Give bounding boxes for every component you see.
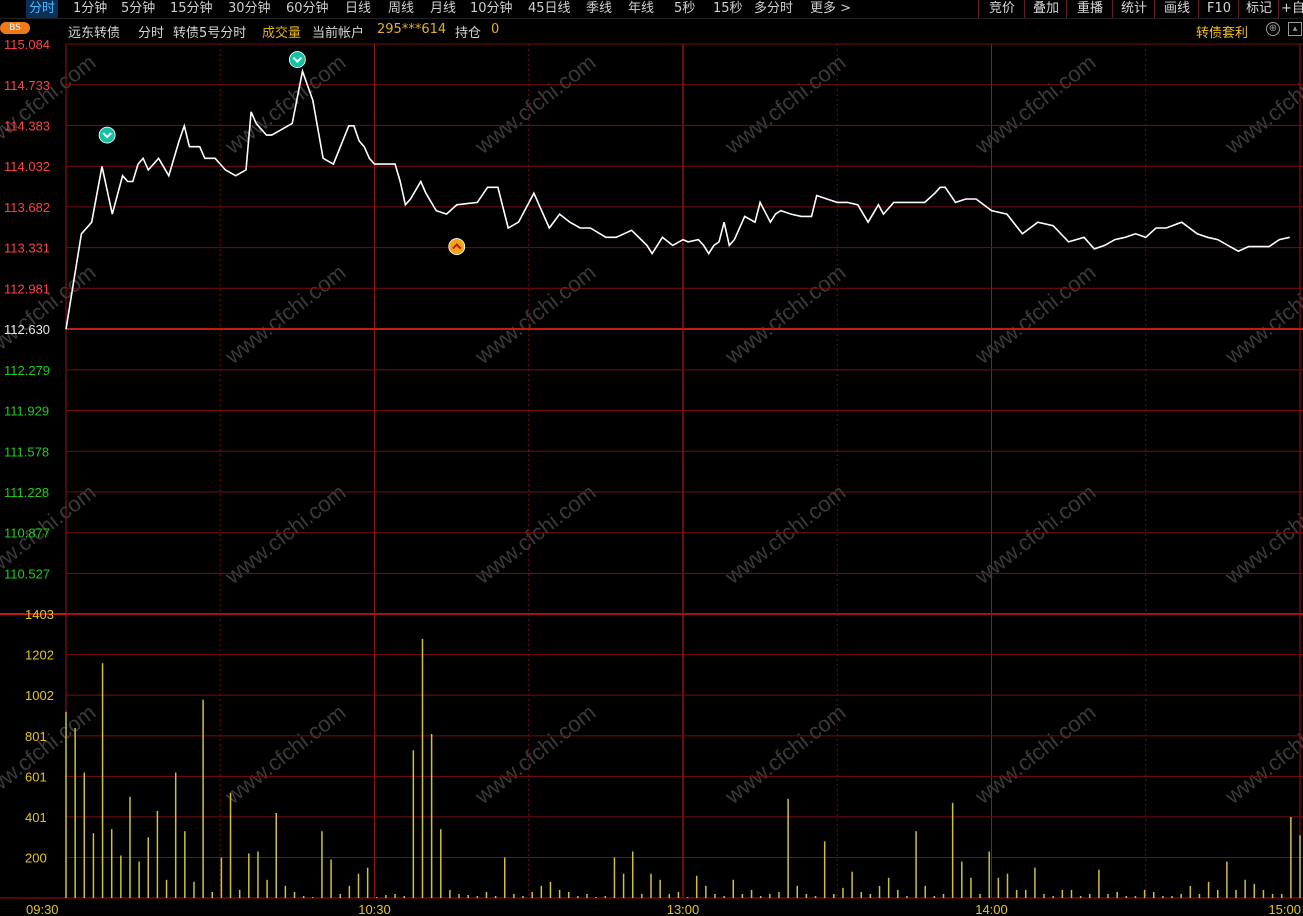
watermark-text: www.cfchi.com bbox=[0, 699, 100, 809]
time-tick-label: 09:30 bbox=[26, 902, 59, 916]
time-tick-label: 10:30 bbox=[358, 902, 391, 916]
price-line bbox=[65, 68, 1290, 330]
watermark-text: www.cfchi.com bbox=[220, 49, 351, 159]
watermark-text: www.cfchi.com bbox=[970, 259, 1101, 369]
watermark-text: www.cfchi.com bbox=[1220, 49, 1303, 159]
price-tick-label: 112.630 bbox=[4, 322, 50, 337]
watermark-text: www.cfchi.com bbox=[1220, 699, 1303, 809]
sell-signal-icon bbox=[98, 126, 116, 144]
volume-tick-label: 801 bbox=[25, 729, 47, 744]
watermark-text: www.cfchi.com bbox=[1220, 259, 1303, 369]
watermark-text: www.cfchi.com bbox=[470, 259, 601, 369]
bs-signal-badge[interactable]: BS bbox=[0, 22, 30, 34]
watermark-text: www.cfchi.com bbox=[470, 49, 601, 159]
watermark-text: www.cfchi.com bbox=[720, 49, 851, 159]
watermark-text: www.cfchi.com bbox=[470, 699, 601, 809]
price-tick-label: 111.228 bbox=[4, 485, 49, 500]
watermark-text: www.cfchi.com bbox=[0, 259, 100, 369]
watermark-text: www.cfchi.com bbox=[720, 259, 851, 369]
time-tick-label: 13:00 bbox=[667, 902, 700, 916]
intraday-chart[interactable]: www.cfchi.com www.cfchi.com www.cfchi.com w… bbox=[0, 0, 1303, 916]
price-tick-label: 114.032 bbox=[4, 159, 50, 174]
time-tick-label: 14:00 bbox=[975, 902, 1008, 916]
volume-tick-label: 1202 bbox=[25, 648, 54, 663]
price-tick-label: 111.578 bbox=[4, 444, 49, 459]
watermark-text: www.cfchi.com bbox=[0, 49, 100, 159]
collapse-icon[interactable]: ▴ bbox=[1288, 22, 1302, 36]
watermark-text: www.cfchi.com bbox=[970, 699, 1101, 809]
price-tick-label: 112.981 bbox=[4, 281, 50, 296]
sell-signal-icon bbox=[288, 51, 306, 68]
watermark-text: www.cfchi.com bbox=[970, 49, 1101, 159]
price-tick-label: 113.682 bbox=[4, 200, 50, 215]
time-tick-label: 15:00 bbox=[1268, 902, 1301, 916]
volume-tick-label: 1403 bbox=[25, 607, 54, 622]
volume-tick-label: 401 bbox=[25, 810, 47, 825]
watermark-text: www.cfchi.com bbox=[720, 699, 851, 809]
price-tick-label: 114.733 bbox=[4, 78, 50, 93]
settings-icon[interactable]: ⊕ bbox=[1266, 22, 1280, 36]
price-tick-label: 111.929 bbox=[4, 403, 49, 418]
price-tick-label: 110.877 bbox=[4, 526, 50, 541]
price-tick-label: 113.331 bbox=[4, 241, 50, 256]
bond-arbitrage-button[interactable]: 转债套利 bbox=[1196, 22, 1248, 41]
buy-signal-icon bbox=[448, 238, 466, 255]
volume-tick-label: 200 bbox=[25, 851, 47, 866]
volume-tick-label: 1002 bbox=[25, 688, 54, 703]
watermark-text: www.cfchi.com bbox=[220, 699, 351, 809]
price-tick-label: 110.527 bbox=[4, 566, 50, 581]
price-tick-label: 112.279 bbox=[4, 363, 50, 378]
price-tick-label: 114.383 bbox=[4, 118, 50, 133]
volume-tick-label: 601 bbox=[25, 769, 47, 784]
watermark-text: www.cfchi.com bbox=[220, 259, 351, 369]
price-tick-label: 115.084 bbox=[4, 37, 50, 52]
